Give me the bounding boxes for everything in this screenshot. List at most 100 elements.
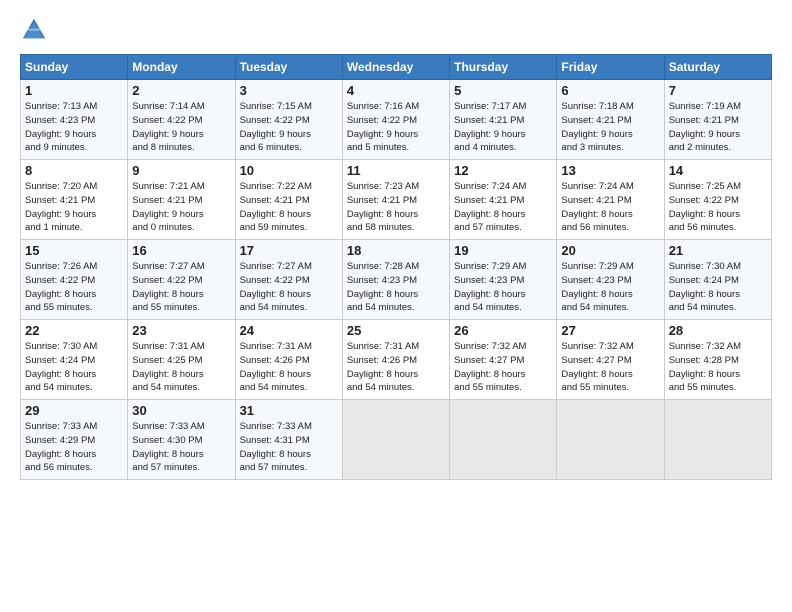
day-cell: 3Sunrise: 7:15 AMSunset: 4:22 PMDaylight… <box>235 80 342 160</box>
day-info: Sunrise: 7:21 AMSunset: 4:21 PMDaylight:… <box>132 181 204 233</box>
day-cell: 19Sunrise: 7:29 AMSunset: 4:23 PMDayligh… <box>450 240 557 320</box>
day-info: Sunrise: 7:30 AMSunset: 4:24 PMDaylight:… <box>25 341 97 393</box>
day-info: Sunrise: 7:14 AMSunset: 4:22 PMDaylight:… <box>132 101 204 153</box>
day-info: Sunrise: 7:32 AMSunset: 4:27 PMDaylight:… <box>561 341 633 393</box>
day-cell <box>664 400 771 480</box>
day-cell: 22Sunrise: 7:30 AMSunset: 4:24 PMDayligh… <box>21 320 128 400</box>
day-cell: 16 Sunrise: 7:27 AMSunset: 4:22 PMDayligh… <box>128 240 235 320</box>
day-number: 24 <box>240 323 338 338</box>
day-info: Sunrise: 7:18 AMSunset: 4:21 PMDaylight:… <box>561 101 633 153</box>
day-info: Sunrise: 7:33 AMSunset: 4:31 PMDaylight:… <box>240 421 312 473</box>
day-cell: 27Sunrise: 7:32 AMSunset: 4:27 PMDayligh… <box>557 320 664 400</box>
logo-icon <box>20 16 48 44</box>
day-number: 3 <box>240 83 338 98</box>
day-cell: 23Sunrise: 7:31 AMSunset: 4:25 PMDayligh… <box>128 320 235 400</box>
day-number: 5 <box>454 83 552 98</box>
day-number: 8 <box>25 163 123 178</box>
day-header-thursday: Thursday <box>450 55 557 80</box>
day-number: 7 <box>669 83 767 98</box>
header-row: SundayMondayTuesdayWednesdayThursdayFrid… <box>21 55 772 80</box>
day-number: 2 <box>132 83 230 98</box>
day-number: 20 <box>561 243 659 258</box>
day-header-wednesday: Wednesday <box>342 55 449 80</box>
day-info: Sunrise: 7:27 AMSunset: 4:22 PMDaylight:… <box>240 261 312 313</box>
day-cell <box>342 400 449 480</box>
day-header-tuesday: Tuesday <box>235 55 342 80</box>
logo <box>20 16 52 44</box>
day-number: 28 <box>669 323 767 338</box>
day-cell: 21 Sunrise: 7:30 AMSunset: 4:24 PMDayligh… <box>664 240 771 320</box>
day-info: Sunrise: 7:23 AMSunset: 4:21 PMDaylight:… <box>347 181 419 233</box>
day-info: Sunrise: 7:29 AMSunset: 4:23 PMDaylight:… <box>561 261 633 313</box>
day-cell: 5 Sunrise: 7:17 AMSunset: 4:21 PMDaylight… <box>450 80 557 160</box>
day-number: 11 <box>347 163 445 178</box>
day-info: Sunrise: 7:32 AMSunset: 4:27 PMDaylight:… <box>454 341 526 393</box>
day-info: Sunrise: 7:24 AMSunset: 4:21 PMDaylight:… <box>454 181 526 233</box>
day-number: 9 <box>132 163 230 178</box>
day-info: Sunrise: 7:32 AMSunset: 4:28 PMDaylight:… <box>669 341 741 393</box>
day-cell: 29Sunrise: 7:33 AMSunset: 4:29 PMDayligh… <box>21 400 128 480</box>
day-cell: 26 Sunrise: 7:32 AMSunset: 4:27 PMDayligh… <box>450 320 557 400</box>
day-header-friday: Friday <box>557 55 664 80</box>
day-number: 18 <box>347 243 445 258</box>
day-number: 15 <box>25 243 123 258</box>
day-cell <box>557 400 664 480</box>
day-cell: 10Sunrise: 7:22 AMSunset: 4:21 PMDayligh… <box>235 160 342 240</box>
day-header-monday: Monday <box>128 55 235 80</box>
week-row-4: 22Sunrise: 7:30 AMSunset: 4:24 PMDayligh… <box>21 320 772 400</box>
day-number: 13 <box>561 163 659 178</box>
header <box>20 16 772 44</box>
day-info: Sunrise: 7:19 AMSunset: 4:21 PMDaylight:… <box>669 101 741 153</box>
day-info: Sunrise: 7:31 AMSunset: 4:26 PMDaylight:… <box>240 341 312 393</box>
day-info: Sunrise: 7:20 AMSunset: 4:21 PMDaylight:… <box>25 181 97 233</box>
day-number: 29 <box>25 403 123 418</box>
day-cell: 28 Sunrise: 7:32 AMSunset: 4:28 PMDayligh… <box>664 320 771 400</box>
day-number: 6 <box>561 83 659 98</box>
day-cell: 13 Sunrise: 7:24 AMSunset: 4:21 PMDayligh… <box>557 160 664 240</box>
day-cell: 7 Sunrise: 7:19 AMSunset: 4:21 PMDaylight… <box>664 80 771 160</box>
day-info: Sunrise: 7:31 AMSunset: 4:26 PMDaylight:… <box>347 341 419 393</box>
day-info: Sunrise: 7:17 AMSunset: 4:21 PMDaylight:… <box>454 101 526 153</box>
day-info: Sunrise: 7:22 AMSunset: 4:21 PMDaylight:… <box>240 181 312 233</box>
day-info: Sunrise: 7:26 AMSunset: 4:22 PMDaylight:… <box>25 261 97 313</box>
day-cell: 1 Sunrise: 7:13 AMSunset: 4:23 PMDaylight… <box>21 80 128 160</box>
day-cell: 18 Sunrise: 7:28 AMSunset: 4:23 PMDayligh… <box>342 240 449 320</box>
day-info: Sunrise: 7:31 AMSunset: 4:25 PMDaylight:… <box>132 341 204 393</box>
day-cell: 17 Sunrise: 7:27 AMSunset: 4:22 PMDayligh… <box>235 240 342 320</box>
day-number: 14 <box>669 163 767 178</box>
day-info: Sunrise: 7:25 AMSunset: 4:22 PMDaylight:… <box>669 181 741 233</box>
day-info: Sunrise: 7:24 AMSunset: 4:21 PMDaylight:… <box>561 181 633 233</box>
week-row-5: 29Sunrise: 7:33 AMSunset: 4:29 PMDayligh… <box>21 400 772 480</box>
day-header-sunday: Sunday <box>21 55 128 80</box>
day-cell: 24 Sunrise: 7:31 AMSunset: 4:26 PMDayligh… <box>235 320 342 400</box>
day-cell: 15 Sunrise: 7:26 AMSunset: 4:22 PMDayligh… <box>21 240 128 320</box>
day-number: 17 <box>240 243 338 258</box>
day-cell: 6 Sunrise: 7:18 AMSunset: 4:21 PMDaylight… <box>557 80 664 160</box>
day-number: 26 <box>454 323 552 338</box>
day-info: Sunrise: 7:13 AMSunset: 4:23 PMDaylight:… <box>25 101 97 153</box>
day-number: 31 <box>240 403 338 418</box>
day-number: 25 <box>347 323 445 338</box>
week-row-1: 1 Sunrise: 7:13 AMSunset: 4:23 PMDaylight… <box>21 80 772 160</box>
day-info: Sunrise: 7:28 AMSunset: 4:23 PMDaylight:… <box>347 261 419 313</box>
day-number: 1 <box>25 83 123 98</box>
day-cell: 30 Sunrise: 7:33 AMSunset: 4:30 PMDayligh… <box>128 400 235 480</box>
calendar-table: SundayMondayTuesdayWednesdayThursdayFrid… <box>20 54 772 480</box>
day-cell: 31 Sunrise: 7:33 AMSunset: 4:31 PMDayligh… <box>235 400 342 480</box>
day-number: 30 <box>132 403 230 418</box>
day-info: Sunrise: 7:16 AMSunset: 4:22 PMDaylight:… <box>347 101 419 153</box>
week-row-2: 8 Sunrise: 7:20 AMSunset: 4:21 PMDaylight… <box>21 160 772 240</box>
day-cell: 2 Sunrise: 7:14 AMSunset: 4:22 PMDaylight… <box>128 80 235 160</box>
week-row-3: 15 Sunrise: 7:26 AMSunset: 4:22 PMDayligh… <box>21 240 772 320</box>
day-cell: 25 Sunrise: 7:31 AMSunset: 4:26 PMDayligh… <box>342 320 449 400</box>
day-cell: 14 Sunrise: 7:25 AMSunset: 4:22 PMDayligh… <box>664 160 771 240</box>
day-number: 21 <box>669 243 767 258</box>
day-cell: 4 Sunrise: 7:16 AMSunset: 4:22 PMDaylight… <box>342 80 449 160</box>
day-info: Sunrise: 7:33 AMSunset: 4:30 PMDaylight:… <box>132 421 204 473</box>
day-info: Sunrise: 7:27 AMSunset: 4:22 PMDaylight:… <box>132 261 204 313</box>
day-cell: 9 Sunrise: 7:21 AMSunset: 4:21 PMDaylight… <box>128 160 235 240</box>
day-header-saturday: Saturday <box>664 55 771 80</box>
day-info: Sunrise: 7:30 AMSunset: 4:24 PMDaylight:… <box>669 261 741 313</box>
day-number: 4 <box>347 83 445 98</box>
day-number: 16 <box>132 243 230 258</box>
